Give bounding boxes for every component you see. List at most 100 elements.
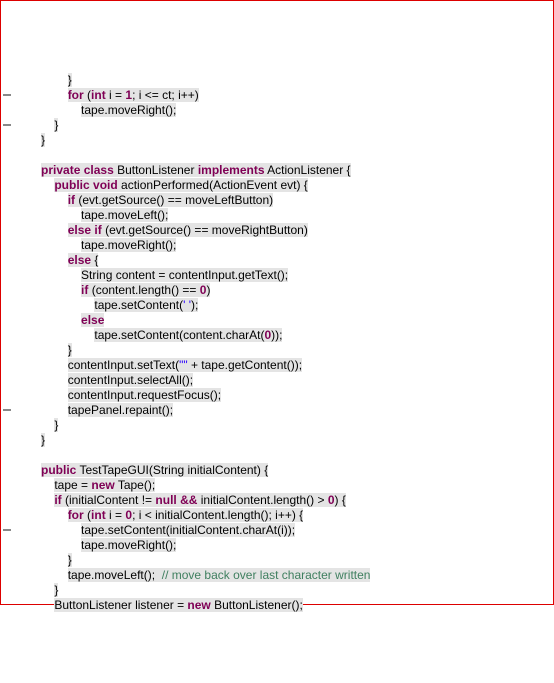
token-str: "" [179,358,188,372]
code-line[interactable]: tapePanel.repaint(); [21,403,553,418]
code-line[interactable]: } [21,133,553,148]
code-line[interactable]: for (int i = 1; i <= ct; i++) [21,88,553,103]
code-line[interactable]: tape.setContent(' '); [21,298,553,313]
code-line[interactable]: } [21,433,553,448]
code-line[interactable]: for (int i = 0; i < initialContent.lengt… [21,508,553,523]
token-plain: tape.setContent(content.charAt( [94,328,264,342]
token-plain: } [68,343,72,357]
highlighted-code: tape.setContent(' '); [94,298,198,312]
highlighted-code: else { [68,253,99,267]
token-plain: i = [106,88,126,102]
code-line[interactable]: tape.setContent(content.charAt(0)); [21,328,553,343]
token-plain: tape.moveRight(); [81,238,176,252]
code-line[interactable]: } [21,73,553,88]
token-plain: } [41,133,45,147]
token-plain: ) [206,283,210,297]
highlighted-code: if (initialContent != null && initialCon… [54,493,346,507]
token-kw: for [68,508,84,522]
highlighted-code: tape.moveRight(); [81,238,176,252]
token-plain: (evt.getSource() == moveRightButton) [102,223,308,237]
token-plain: } [54,118,58,132]
code-line[interactable]: } [21,583,553,598]
token-plain: } [68,553,72,567]
code-line[interactable]: } [21,343,553,358]
code-line[interactable]: if (initialContent != null && initialCon… [21,493,553,508]
highlighted-code: contentInput.selectAll(); [68,373,193,387]
token-plain: (evt.getSource() == moveLeftButton) [75,193,273,207]
token-kw: class [84,163,114,177]
fold-mark-icon[interactable] [3,124,11,126]
highlighted-code: ButtonListener listener = new ButtonList… [54,598,302,612]
token-plain: tape.moveRight(); [81,103,176,117]
code-line[interactable]: else if (evt.getSource() == moveRightBut… [21,223,553,238]
token-plain: tape.moveLeft(); [81,208,168,222]
code-line[interactable]: public TestTapeGUI(String initialContent… [21,463,553,478]
highlighted-code: tape.setContent(content.charAt(0)); [94,328,282,342]
token-plain: ; i < initialContent.length(); i++) { [132,508,303,522]
token-plain: ActionListener { [265,163,351,177]
code-line[interactable]: contentInput.requestFocus(); [21,388,553,403]
token-plain: initialContent.length() > [197,493,327,507]
code-line[interactable]: } [21,418,553,433]
code-line[interactable] [21,148,553,163]
token-kw: null [155,493,176,507]
token-kw: implements [198,163,265,177]
code-line[interactable]: else { [21,253,553,268]
token-plain: } [54,583,58,597]
token-str: ' ' [183,298,191,312]
highlighted-code: } [68,553,72,567]
token-kw: int [91,508,106,522]
code-line[interactable]: } [21,553,553,568]
highlighted-code: } [54,118,58,132]
highlighted-code: tape.moveRight(); [81,538,176,552]
highlighted-code: } [41,433,45,447]
highlighted-code: for (int i = 0; i < initialContent.lengt… [68,508,303,522]
highlighted-code: public TestTapeGUI(String initialContent… [41,463,268,477]
code-line[interactable]: String content = contentInput.getText(); [21,268,553,283]
code-editor[interactable]: } for (int i = 1; i <= ct; i++) tape.mov… [21,71,553,613]
highlighted-code: tape.moveLeft(); [81,208,168,222]
token-plain: ButtonListener listener = [54,598,187,612]
token-plain: ( [84,88,91,102]
code-line[interactable]: tape.moveRight(); [21,238,553,253]
code-line[interactable]: tape.moveRight(); [21,103,553,118]
token-plain: { [91,253,98,267]
fold-mark-icon[interactable] [3,409,11,411]
fold-mark-icon[interactable] [3,94,11,96]
token-kw: void [93,178,118,192]
code-line[interactable]: tape.moveRight(); [21,538,553,553]
token-plain: actionPerformed(ActionEvent evt) { [118,178,308,192]
fold-mark-icon[interactable] [3,529,11,531]
code-line[interactable]: if (content.length() == 0) [21,283,553,298]
code-line[interactable]: if (evt.getSource() == moveLeftButton) [21,193,553,208]
token-plain: ; i <= ct; i++) [132,88,199,102]
token-plain: ) { [335,493,346,507]
token-kw: new [187,598,210,612]
token-plain: } [41,433,45,447]
code-line[interactable]: else [21,313,553,328]
code-line[interactable]: tape.moveLeft(); // move back over last … [21,568,553,583]
gutter [1,1,15,604]
token-plain: String content = contentInput.getText(); [81,268,288,282]
code-line[interactable]: contentInput.setText("" + tape.getConten… [21,358,553,373]
token-kw: if [54,493,61,507]
code-line[interactable] [21,448,553,463]
highlighted-code: } [54,583,58,597]
token-plain: tape.moveRight(); [81,538,176,552]
token-plain: tape.setContent( [94,298,183,312]
code-line[interactable]: public void actionPerformed(ActionEvent … [21,178,553,193]
code-line[interactable]: contentInput.selectAll(); [21,373,553,388]
token-kw: if [94,223,101,237]
code-line[interactable]: private class ButtonListener implements … [21,163,553,178]
highlighted-code: tape = new Tape(); [54,478,155,492]
code-line[interactable]: } [21,118,553,133]
highlighted-code: public void actionPerformed(ActionEvent … [54,178,307,192]
token-kw: else [68,223,91,237]
highlighted-code: } [68,73,72,87]
code-line[interactable]: tape.setContent(initialContent.charAt(i)… [21,523,553,538]
code-line[interactable]: ButtonListener listener = new ButtonList… [21,598,553,613]
code-line[interactable]: tape.moveLeft(); [21,208,553,223]
token-plain: contentInput.requestFocus(); [68,388,221,402]
code-line[interactable]: tape = new Tape(); [21,478,553,493]
highlighted-code: if (content.length() == 0) [81,283,210,297]
